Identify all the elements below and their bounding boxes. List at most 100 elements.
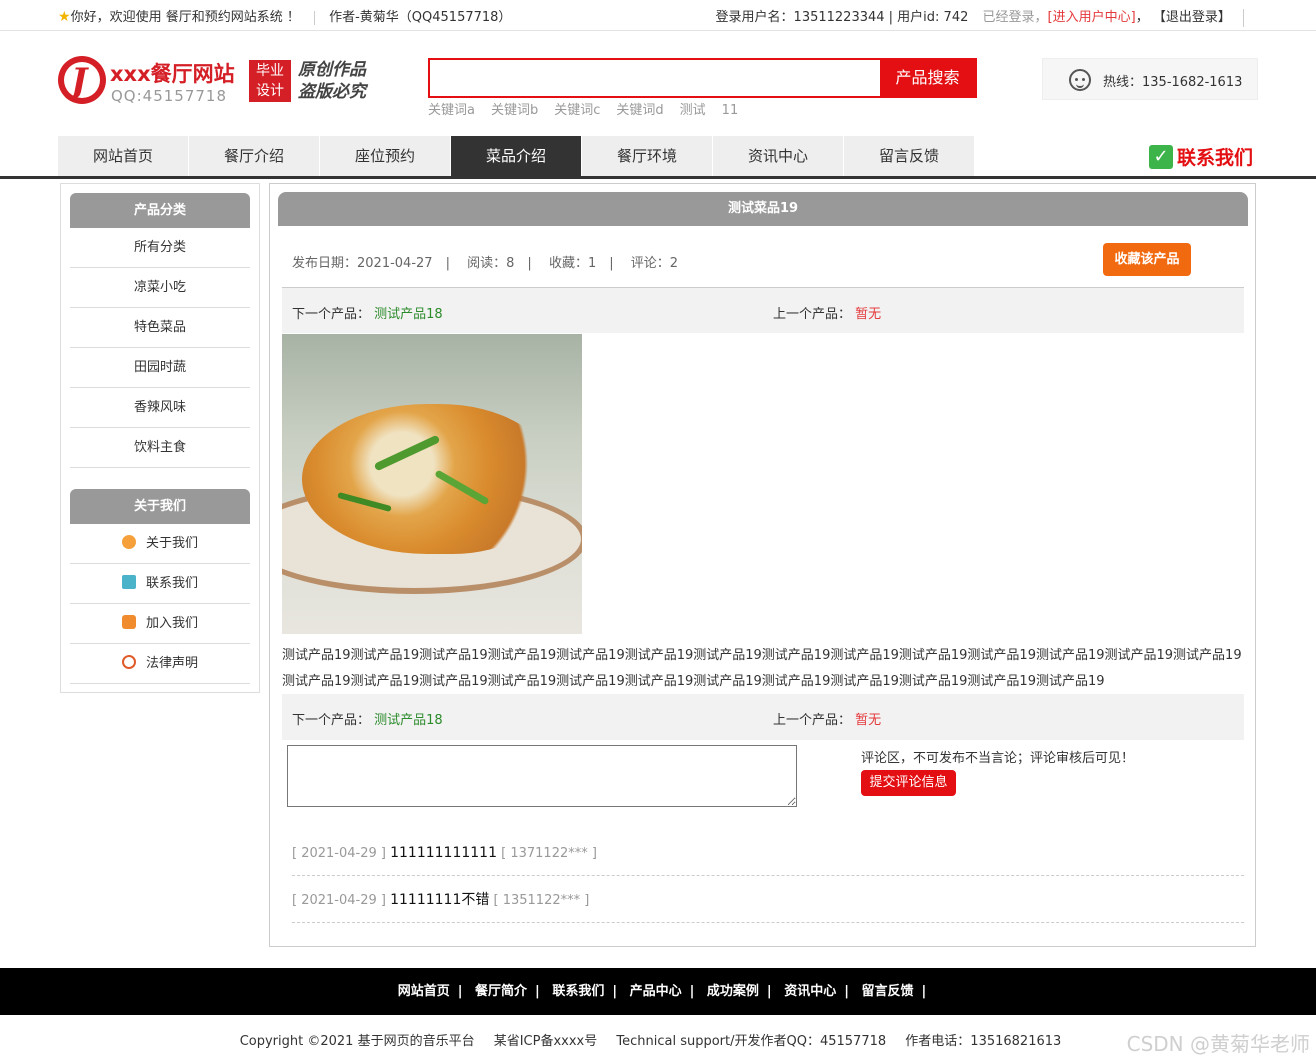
- sidebar-item-join[interactable]: 加入我们: [70, 604, 250, 644]
- footer-link[interactable]: 联系我们: [552, 984, 604, 999]
- site-logo[interactable]: J xxx餐厅网站 QQ:45157718 毕业 设计 原创作品 盗版必究: [58, 56, 378, 106]
- footer-separator: |: [921, 984, 927, 999]
- comment-user: [ 1371122*** ]: [501, 846, 597, 861]
- footer-separator: |: [766, 984, 772, 999]
- prev-product: 上一个产品： 暂无: [773, 709, 881, 728]
- sidebar-item-category[interactable]: 所有分类: [70, 228, 250, 268]
- product-detail-panel: 测试菜品19 发布日期：2021-04-27 | 阅读：8 | 收藏：1 | 评论：2…: [269, 183, 1256, 947]
- favorite-product-button[interactable]: 收藏该产品: [1103, 243, 1191, 276]
- site-title: xxx餐厅网站: [110, 62, 235, 86]
- views-label: 阅读：: [467, 256, 507, 271]
- site-qq: QQ:45157718: [111, 87, 228, 105]
- slogan-line-2: 盗版必究: [298, 82, 366, 102]
- search-button[interactable]: 产品搜索: [880, 60, 975, 96]
- product-title: 测试菜品19: [278, 192, 1248, 226]
- footer-separator: |: [844, 984, 849, 999]
- favs-label: 收藏：: [548, 256, 588, 271]
- nav-item-home[interactable]: 网站首页: [58, 136, 188, 176]
- divider: [313, 10, 315, 25]
- prev-product: 上一个产品： 暂无: [773, 303, 881, 322]
- nav-item-feedback[interactable]: 留言反馈: [844, 136, 974, 176]
- comment-date: [ 2021-04-29 ]: [292, 893, 386, 908]
- divider: [1243, 8, 1244, 27]
- comment-text: 111111111111: [390, 845, 497, 861]
- power-icon: [121, 655, 136, 669]
- author-text: 作者-黄菊华（QQ45157718）: [329, 10, 512, 25]
- copyright-text: Copyright ©2021 基于网页的音乐平台: [239, 1034, 475, 1049]
- keyword-link[interactable]: 关键词c: [554, 103, 600, 118]
- submit-comment-button[interactable]: 提交评论信息: [861, 770, 956, 796]
- keyword-link[interactable]: 11: [722, 103, 739, 118]
- product-image: [282, 334, 582, 634]
- logo-mark-icon: J: [58, 56, 106, 104]
- user-center-link[interactable]: [进入用户中心]: [1048, 10, 1136, 25]
- keyword-link[interactable]: 测试: [680, 103, 706, 118]
- search-keywords: 关键词a 关键词b 关键词c 关键词d 测试 11: [428, 99, 754, 118]
- favs-count: 1: [587, 256, 597, 271]
- footer-link[interactable]: 留言反馈: [862, 984, 914, 999]
- support-text: Technical support/开发作者QQ：45157718: [616, 1034, 887, 1049]
- sidebar-item-label: 联系我们: [145, 576, 198, 591]
- footer-link[interactable]: 产品中心: [630, 984, 682, 999]
- prev-label: 上一个产品：: [773, 713, 852, 728]
- nav-underline: [0, 176, 1316, 179]
- about-heading: 关于我们: [70, 489, 250, 524]
- icp-text: 某省ICP备xxxx号: [493, 1034, 598, 1049]
- comma-text: ，: [1135, 10, 1149, 25]
- star-icon: ★: [58, 9, 71, 25]
- prev-product-value: 暂无: [855, 307, 882, 322]
- top-bar-right: 登录用户名：13511223344 | 用户id: 742 已经登录，[进入用户…: [716, 6, 1244, 27]
- footer-link[interactable]: 餐厅简介: [475, 984, 527, 999]
- comments-count: 2: [669, 256, 679, 271]
- product-navigation: 下一个产品： 测试产品18 上一个产品： 暂无: [282, 287, 1244, 333]
- sidebar-item-category[interactable]: 饮料主食: [70, 428, 250, 468]
- contact-us-link[interactable]: ✓ 联系我们: [1149, 143, 1253, 170]
- next-product: 下一个产品： 测试产品18: [292, 303, 443, 322]
- next-product-link[interactable]: 测试产品18: [374, 307, 443, 322]
- badge-line-2: 设计: [256, 83, 284, 99]
- comment-textarea[interactable]: [287, 745, 797, 807]
- footer-link[interactable]: 网站首页: [398, 984, 450, 999]
- search-input[interactable]: [430, 60, 882, 96]
- product-description: 测试产品19测试产品19测试产品19测试产品19测试产品19测试产品19测试产品…: [282, 648, 1242, 689]
- keyword-link[interactable]: 关键词d: [616, 103, 663, 118]
- comment-notice: 评论区，不可发布不当言论；评论审核后可见！: [861, 751, 1135, 766]
- keyword-link[interactable]: 关键词b: [491, 103, 538, 118]
- sidebar-item-category[interactable]: 凉菜小吃: [70, 268, 250, 308]
- top-bar-left: ★你好，欢迎使用 餐厅和预约网站系统 ！ 作者-黄菊华（QQ45157718）: [58, 6, 511, 25]
- sidebar-item-legal[interactable]: 法律声明: [70, 644, 250, 684]
- views-count: 8: [506, 256, 515, 271]
- next-product-link[interactable]: 测试产品18: [374, 713, 443, 728]
- prev-label: 上一个产品：: [773, 307, 852, 322]
- next-label: 下一个产品：: [292, 713, 371, 728]
- category-heading: 产品分类: [70, 193, 250, 228]
- customer-service-icon: [1069, 69, 1091, 91]
- top-bar: ★你好，欢迎使用 餐厅和预约网站系统 ！ 作者-黄菊华（QQ45157718） …: [0, 0, 1316, 31]
- keyword-link[interactable]: 关键词a: [428, 103, 475, 118]
- comment-item: [ 2021-04-29 ] 111111111111 [ 1371122***…: [292, 830, 1244, 876]
- footer-separator: |: [535, 984, 540, 999]
- about-icon: [121, 535, 136, 549]
- greeting-text: 你好，欢迎使用 餐厅和预约网站系统 ！: [70, 10, 300, 25]
- contact-us-label: 联系我们: [1177, 147, 1254, 169]
- badge-line-1: 毕业: [256, 63, 284, 79]
- footer-link[interactable]: 资讯中心: [784, 984, 836, 999]
- lock-icon: [121, 615, 136, 629]
- search-bar: 产品搜索: [428, 58, 977, 98]
- logout-link[interactable]: 【退出登录】: [1153, 10, 1231, 25]
- nav-item-about[interactable]: 餐厅介绍: [189, 136, 319, 176]
- sidebar-item-category[interactable]: 特色菜品: [70, 308, 250, 348]
- sidebar-item-category[interactable]: 香辣风味: [70, 388, 250, 428]
- nav-item-news[interactable]: 资讯中心: [713, 136, 843, 176]
- footer-link[interactable]: 成功案例: [707, 984, 759, 999]
- publish-date: 2021-04-27: [357, 256, 433, 271]
- nav-item-dishes[interactable]: 菜品介绍: [451, 136, 581, 176]
- logo-slogan: 原创作品 盗版必究: [298, 59, 366, 103]
- nav-item-environment[interactable]: 餐厅环境: [582, 136, 712, 176]
- sidebar-item-about[interactable]: 关于我们: [70, 524, 250, 564]
- sidebar-item-contact[interactable]: 联系我们: [70, 564, 250, 604]
- sidebar-item-label: 加入我们: [145, 616, 198, 631]
- sidebar-item-category[interactable]: 田园时蔬: [70, 348, 250, 388]
- product-meta: 发布日期：2021-04-27 | 阅读：8 | 收藏：1 | 评论：2: [292, 256, 679, 271]
- nav-item-reservation[interactable]: 座位预约: [320, 136, 450, 176]
